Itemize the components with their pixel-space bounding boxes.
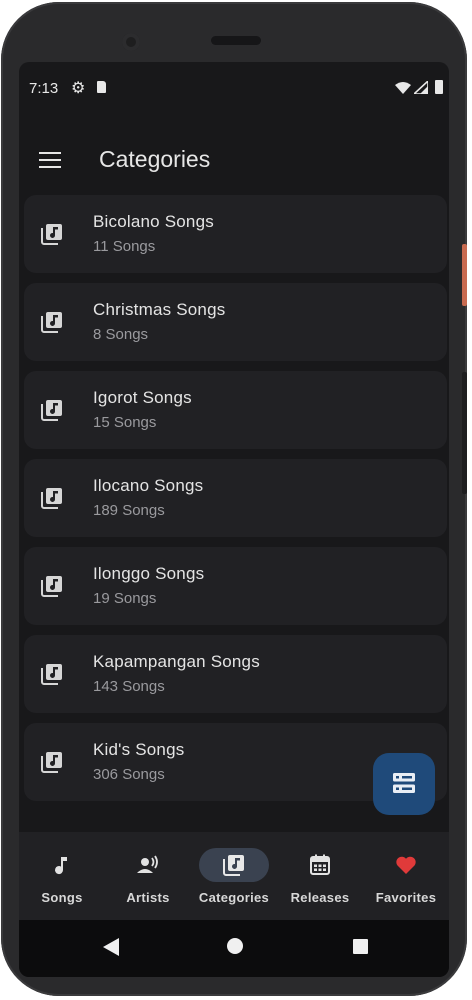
gear-icon: ⚙ <box>71 80 86 97</box>
heart-icon <box>396 856 416 874</box>
home-icon[interactable] <box>227 938 243 954</box>
library-music-icon <box>41 312 62 333</box>
category-count: 15 Songs <box>93 414 157 431</box>
volume-button <box>462 372 467 494</box>
library-music-icon <box>41 224 62 245</box>
storage-fab-button[interactable] <box>373 753 435 815</box>
earpiece-speaker <box>211 36 261 45</box>
library-music-icon <box>41 664 62 685</box>
nav-label: Categories <box>198 890 270 905</box>
status-bar: 7:13 ⚙ <box>19 62 449 112</box>
signal-icon <box>414 81 428 94</box>
nav-label: Favorites <box>375 890 437 905</box>
nav-label: Songs <box>41 890 83 905</box>
wifi-icon <box>395 82 411 94</box>
category-count: 8 Songs <box>93 326 149 343</box>
category-card[interactable]: Ilonggo Songs 19 Songs <box>24 547 447 625</box>
power-button <box>462 244 467 306</box>
category-count: 143 Songs <box>93 678 165 695</box>
music-note-icon <box>55 857 67 875</box>
battery-icon <box>435 80 443 94</box>
category-count: 189 Songs <box>93 502 165 519</box>
category-name: Kid's Songs <box>93 740 185 759</box>
category-name: Kapampangan Songs <box>93 652 260 671</box>
category-count: 306 Songs <box>93 766 165 783</box>
front-camera <box>122 33 140 51</box>
nav-favorites[interactable]: Favorites <box>363 832 449 920</box>
library-music-icon <box>41 576 62 597</box>
sd-card-icon <box>97 81 106 93</box>
nav-label: Artists <box>126 890 170 905</box>
nav-categories[interactable]: Categories <box>191 832 277 920</box>
system-navigation-bar <box>19 920 449 977</box>
bottom-navigation: Songs Artists Categories Releases Favori… <box>19 832 449 920</box>
library-music-icon <box>41 488 62 509</box>
nav-releases[interactable]: Releases <box>277 832 363 920</box>
menu-icon[interactable] <box>39 152 61 168</box>
category-name: Igorot Songs <box>93 388 192 407</box>
library-music-icon <box>41 400 62 421</box>
phone-frame: 7:13 ⚙ Categories Bicolano Songs 11 Songs… <box>1 2 467 996</box>
library-music-icon <box>223 855 244 876</box>
screen: 7:13 ⚙ Categories Bicolano Songs 11 Songs… <box>19 62 449 977</box>
category-count: 11 Songs <box>93 238 156 255</box>
status-time: 7:13 <box>29 80 59 97</box>
category-list: Bicolano Songs 11 Songs Christmas Songs 8 S… <box>24 195 447 811</box>
nav-label: Releases <box>290 890 350 905</box>
library-music-icon <box>41 752 62 773</box>
storage-icon <box>393 773 415 793</box>
category-card[interactable]: Christmas Songs 8 Songs <box>24 283 447 361</box>
recents-icon[interactable] <box>353 939 368 954</box>
category-count: 19 Songs <box>93 590 157 607</box>
app-bar: Categories <box>19 132 449 188</box>
back-icon[interactable] <box>103 938 119 956</box>
page-title: Categories <box>99 146 211 172</box>
category-card[interactable]: Bicolano Songs 11 Songs <box>24 195 447 273</box>
category-card[interactable]: Ilocano Songs 189 Songs <box>24 459 447 537</box>
nav-songs[interactable]: Songs <box>19 832 105 920</box>
category-card[interactable]: Kapampangan Songs 143 Songs <box>24 635 447 713</box>
active-indicator <box>199 848 269 882</box>
category-name: Christmas Songs <box>93 300 226 319</box>
category-card[interactable]: Igorot Songs 15 Songs <box>24 371 447 449</box>
nav-artists[interactable]: Artists <box>105 832 191 920</box>
category-name: Ilocano Songs <box>93 476 204 495</box>
calendar-icon <box>310 854 330 875</box>
category-name: Ilonggo Songs <box>93 564 205 583</box>
artist-icon <box>137 855 158 873</box>
category-name: Bicolano Songs <box>93 212 214 231</box>
